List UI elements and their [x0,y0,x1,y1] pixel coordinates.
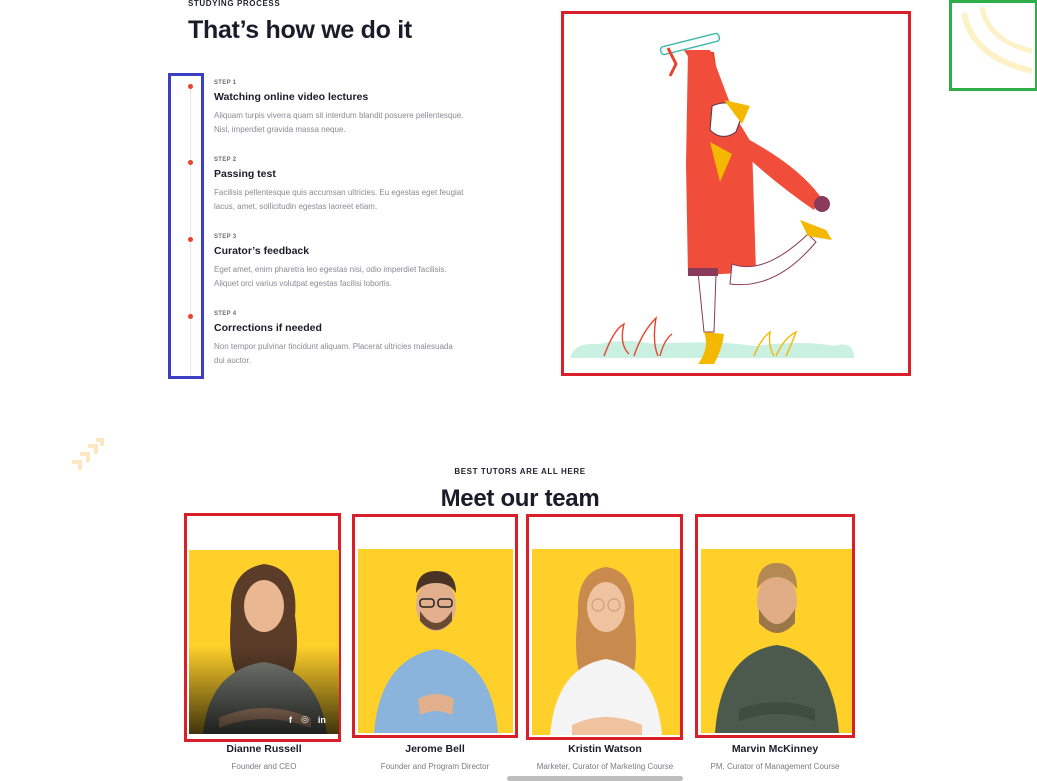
team-card-dianne-russell[interactable]: f ◎ in [184,513,341,742]
team-title: Meet our team [440,485,600,512]
step-4: STEP 4 Corrections if needed Non tempor … [214,311,464,368]
horizontal-scrollbar[interactable] [507,776,683,781]
decorative-rings [949,0,1037,91]
team-card-kristin-watson[interactable] [526,514,683,740]
member-role: Founder and Program Director [380,762,490,771]
member-name: Dianne Russell [226,743,302,755]
member-name: Kristin Watson [568,743,642,755]
woman-portrait [189,564,339,734]
step-description: Facilisis pellentesque quis accumsan ult… [214,188,464,211]
step-label: STEP 3 [214,234,237,240]
step-label: STEP 1 [214,80,237,86]
steps-timeline [168,73,204,379]
member-name: Marvin McKinney [731,743,819,755]
member-name: Jerome Bell [405,743,465,755]
instagram-icon[interactable]: ◎ [301,714,309,725]
step-name: Watching online video lectures [214,91,369,103]
team-eyebrow: BEST TUTORS ARE ALL HERE [454,467,586,476]
man-portrait [374,571,498,733]
team-card-jerome-bell[interactable] [352,514,518,738]
graduate-dancing-illustration [570,32,854,364]
member-role: Marketer, Curator of Marketing Course [536,762,674,771]
step-name: Passing test [214,168,276,180]
timeline-dot [188,237,193,242]
step-3: STEP 3 Curator’s feedback Eget amet, eni… [214,234,464,291]
rings-icon [961,6,1033,74]
step-label: STEP 4 [214,311,237,317]
timeline-dot [188,84,193,89]
social-links: f ◎ in [289,714,326,725]
linkedin-icon[interactable]: in [318,715,326,725]
member-photo: f ◎ in [189,550,339,734]
step-2: STEP 2 Passing test Facilisis pellentesq… [214,157,464,214]
timeline-line [190,86,191,376]
step-label: STEP 2 [214,157,237,163]
member-photo [701,549,852,733]
step-description: Aliquam turpis viverra quam sit interdum… [214,111,464,134]
step-1: STEP 1 Watching online video lectures Al… [214,80,464,137]
timeline-dot [188,160,193,165]
man-portrait [715,563,839,733]
timeline-dot [188,314,193,319]
team-card-marvin-mckinney[interactable] [695,514,855,738]
member-role: Founder and CEO [231,762,297,771]
member-photo [532,549,680,735]
step-name: Curator’s feedback [214,245,310,257]
graduate-illustration [561,11,911,376]
process-eyebrow: STUDYING PROCESS [188,0,281,8]
process-title: That’s how we do it [188,16,412,44]
step-description: Eget amet, enim pharetra leo egestas nis… [214,265,447,288]
woman-portrait [550,567,662,735]
step-name: Corrections if needed [214,322,322,334]
member-photo [358,549,513,733]
facebook-icon[interactable]: f [289,715,292,725]
step-description: Non tempor pulvinar tincidunt aliquam. P… [214,342,453,365]
member-role: PM, Curator of Management Course [710,762,840,771]
